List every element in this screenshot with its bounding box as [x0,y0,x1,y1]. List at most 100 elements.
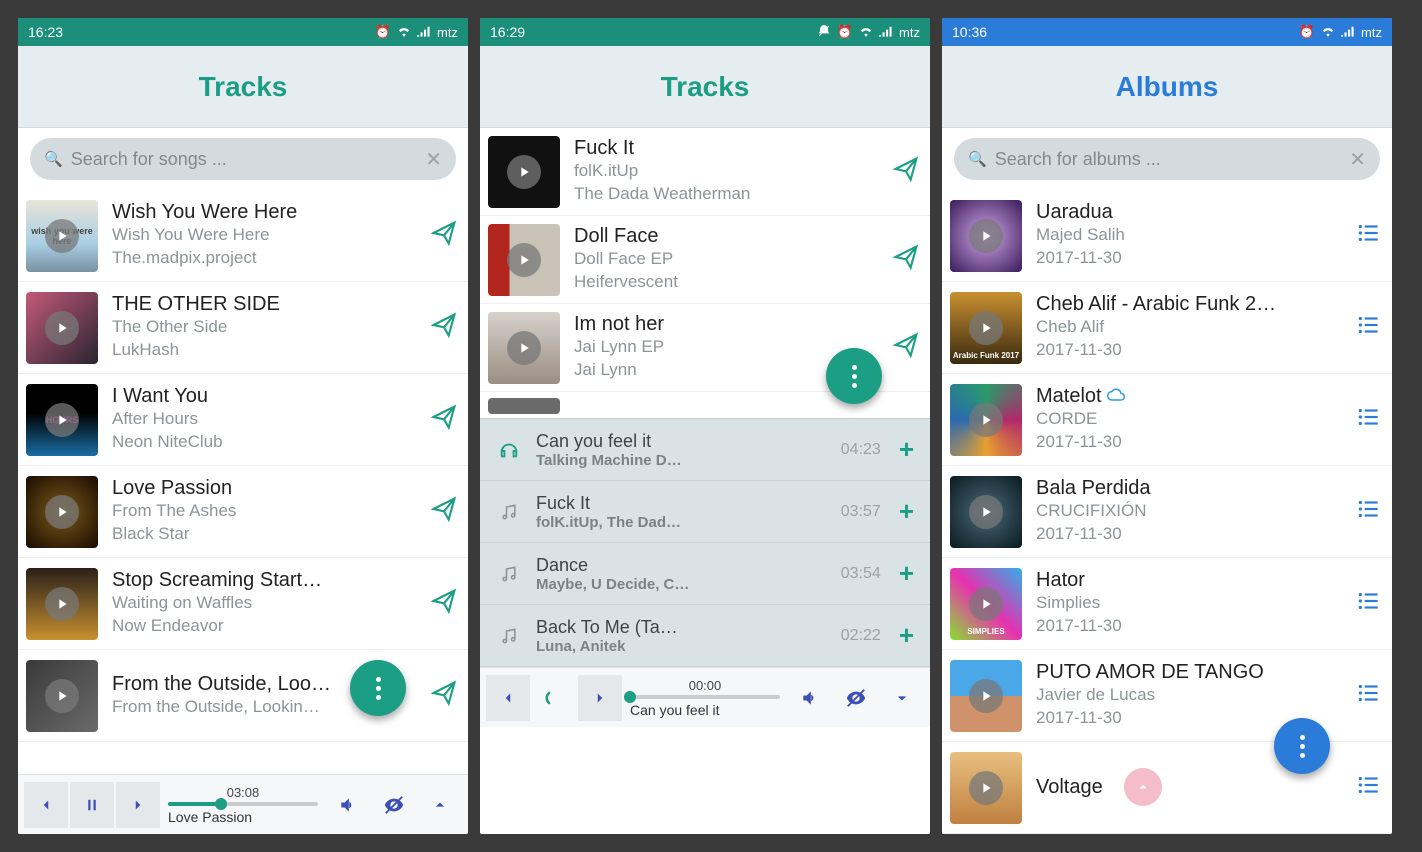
search-input[interactable]: 🔍 Search for albums ... ✕ [954,138,1380,180]
album-row[interactable]: PUTO AMOR DE TANGOJavier de Lucas2017-11… [942,650,1392,742]
send-icon[interactable] [430,495,458,528]
album-art[interactable] [26,660,98,732]
album-date: 2017-11-30 [1036,431,1346,454]
album-art[interactable] [26,476,98,548]
album-artist: CORDE [1036,408,1346,431]
track-artist: The.madpix.project [112,247,420,270]
hide-button[interactable] [372,782,416,828]
tracklist-icon[interactable] [1356,496,1382,527]
progress-area[interactable]: 03:08 Love Passion [162,785,324,825]
album-art[interactable]: SIMPLIES [950,568,1022,640]
search-placeholder: Search for songs ... [71,149,426,170]
album-row[interactable]: UaraduaMajed Salih2017-11-30 [942,190,1392,282]
album-art[interactable] [26,292,98,364]
clear-icon[interactable]: ✕ [1349,147,1366,172]
tracklist-icon[interactable] [1356,772,1382,803]
album-art[interactable] [950,200,1022,272]
send-icon[interactable] [430,403,458,436]
tracklist-icon[interactable] [1356,312,1382,343]
album-title: Voltage [1036,776,1346,799]
send-icon[interactable] [892,155,920,188]
album-art[interactable] [488,136,560,208]
next-button[interactable] [578,675,622,721]
queue-add-button[interactable]: + [899,620,914,651]
queue-add-button[interactable]: + [899,434,914,465]
album-art[interactable] [488,224,560,296]
loading-button[interactable] [532,675,576,721]
search-icon: 🔍 [44,150,63,168]
send-icon[interactable] [430,219,458,252]
album-art[interactable]: Arabic Funk 2017 [950,292,1022,364]
track-album: After Hours [112,408,420,431]
album-art[interactable] [950,476,1022,548]
collapse-down-button[interactable] [880,675,924,721]
dnd-icon [817,24,831,41]
fab-more[interactable] [826,348,882,404]
track-album: From The Ashes [112,500,420,523]
now-playing-title: Love Passion [168,809,318,825]
track-row[interactable]: Stop Screaming Start…Waiting on WafflesN… [18,558,468,650]
search-placeholder: Search for albums ... [995,149,1350,170]
prev-button[interactable] [486,675,530,721]
player-bar: 03:08 Love Passion [18,774,468,834]
track-title: THE OTHER SIDE [112,293,420,316]
track-title: Stop Screaming Start… [112,569,420,592]
tracklist-icon[interactable] [1356,220,1382,251]
track-row[interactable]: Doll FaceDoll Face EPHeifervescent [480,216,930,304]
album-row[interactable]: SIMPLIESHatorSimplies2017-11-30 [942,558,1392,650]
track-title: Wish You Were Here [112,201,420,224]
album-row[interactable]: MatelotCORDE2017-11-30 [942,374,1392,466]
queue-row[interactable]: Back To Me (Ta…Luna, Anitek02:22+ [480,605,930,667]
queue-row[interactable]: Can you feel itTalking Machine D…04:23+ [480,419,930,481]
queue-add-button[interactable]: + [899,558,914,589]
send-icon[interactable] [430,311,458,344]
album-art[interactable] [950,660,1022,732]
play-time: 00:00 [630,678,780,693]
volume-button[interactable] [788,675,832,721]
tracklist-icon[interactable] [1356,404,1382,435]
prev-button[interactable] [24,782,68,828]
pause-button[interactable] [70,782,114,828]
queue-row[interactable]: Fuck ItfolK.itUp, The Dad…03:57+ [480,481,930,543]
track-row[interactable]: THE OTHER SIDEThe Other SideLukHash [18,282,468,374]
album-art[interactable]: HOURS [26,384,98,456]
queue-artist: Maybe, U Decide, C… [536,576,823,593]
album-artist: CRUCIFIXIÓN [1036,500,1346,523]
album-art[interactable] [950,752,1022,824]
album-title: Matelot [1036,385,1346,408]
queue-add-button[interactable]: + [899,496,914,527]
album-row[interactable]: Arabic Funk 2017Cheb Alif - Arabic Funk … [942,282,1392,374]
album-art[interactable] [950,384,1022,456]
status-time: 16:29 [490,24,525,40]
send-icon[interactable] [430,587,458,620]
send-icon[interactable] [892,243,920,276]
tracklist-icon[interactable] [1356,588,1382,619]
track-row[interactable]: HOURSI Want YouAfter HoursNeon NiteClub [18,374,468,466]
progress-area[interactable]: 00:00 Can you feel it [624,678,786,718]
alarm-icon: ⏰ [837,24,853,40]
track-row[interactable]: Fuck ItfolK.itUpThe Dada Weatherman [480,128,930,216]
tracklist-icon[interactable] [1356,680,1382,711]
scroll-top-button[interactable] [1124,768,1162,806]
volume-button[interactable] [326,782,370,828]
track-title: Im not her [574,313,882,336]
expand-up-button[interactable] [418,782,462,828]
album-art[interactable] [26,568,98,640]
search-input[interactable]: 🔍 Search for songs ... ✕ [30,138,456,180]
track-row[interactable]: wish you were hereWish You Were HereWish… [18,190,468,282]
album-art[interactable]: wish you were here [26,200,98,272]
next-button[interactable] [116,782,160,828]
album-art[interactable] [488,312,560,384]
album-row[interactable]: Bala PerdidaCRUCIFIXIÓN2017-11-30 [942,466,1392,558]
track-artist: Now Endeavor [112,615,420,638]
fab-more[interactable] [1274,718,1330,774]
track-title: Love Passion [112,477,420,500]
queue-row[interactable]: DanceMaybe, U Decide, C…03:54+ [480,543,930,605]
header: Tracks [480,46,930,128]
track-row[interactable]: Love PassionFrom The AshesBlack Star [18,466,468,558]
clear-icon[interactable]: ✕ [425,147,442,172]
send-icon[interactable] [430,679,458,712]
hide-button[interactable] [834,675,878,721]
fab-more[interactable] [350,660,406,716]
send-icon[interactable] [892,331,920,364]
